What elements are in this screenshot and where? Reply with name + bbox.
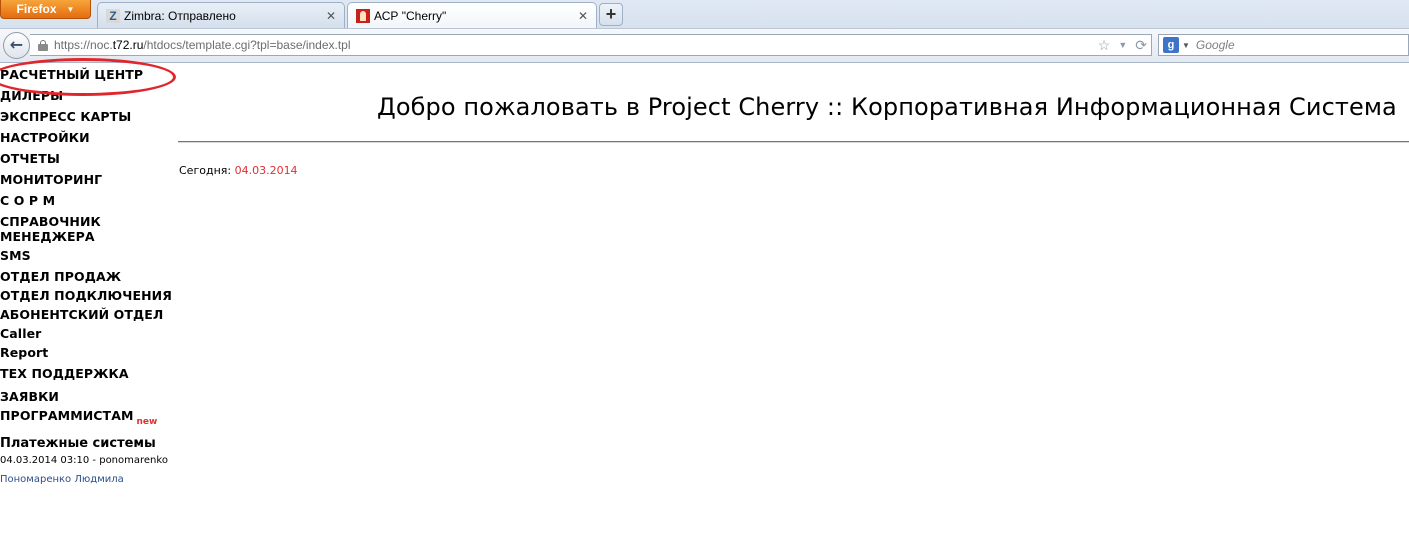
sidebar-item-sales[interactable]: ОТДЕЛ ПРОДАЖ: [0, 269, 178, 284]
today-date: 04.03.2014: [234, 164, 298, 177]
google-icon[interactable]: g: [1163, 37, 1179, 53]
title-divider: [178, 141, 1409, 143]
new-badge: new: [136, 417, 158, 427]
tab-cherry[interactable]: АСР "Cherry" ✕: [347, 2, 597, 29]
today-label: Сегодня:: [179, 164, 232, 177]
sidebar-item-reports[interactable]: ОТЧЕТЫ: [0, 151, 178, 166]
current-user-link[interactable]: Пономаренко Людмила: [0, 474, 124, 485]
sidebar-item-dev-requests[interactable]: ЗАЯВКИ ПРОГРАММИСТАМ: [0, 389, 134, 423]
sidebar-item-connections[interactable]: ОТДЕЛ ПОДКЛЮЧЕНИЯ: [0, 288, 178, 303]
sidebar-item-sorm[interactable]: С О Р М: [0, 193, 178, 208]
sidebar-item-tech-support[interactable]: ТЕХ ПОДДЕРЖКА: [0, 366, 178, 381]
lock-icon: [38, 39, 48, 51]
zimbra-icon: Z: [106, 8, 120, 23]
browser-chrome: Firefox ▼ Z Zimbra: Отправлено ✕ АСР "Ch…: [0, 0, 1409, 63]
search-bar[interactable]: g ▼ Google: [1158, 34, 1409, 56]
payment-systems-heading[interactable]: Платежные системы: [0, 436, 178, 452]
chevron-down-icon: ▼: [66, 4, 75, 14]
last-login-info: 04.03.2014 03:10 - ponomarenko: [0, 455, 168, 466]
sidebar-item-report[interactable]: Report: [0, 345, 178, 360]
reload-icon[interactable]: ⟳: [1135, 37, 1147, 54]
url-prefix: https://noc.: [54, 38, 113, 52]
sidebar-item-caller[interactable]: Caller: [0, 326, 178, 341]
sidebar-item-sms[interactable]: SMS: [0, 248, 178, 263]
firefox-menu-button[interactable]: Firefox ▼: [0, 0, 91, 19]
back-button[interactable]: ←: [3, 32, 30, 59]
sidebar-item-subscribers[interactable]: АБОНЕНТСКИЙ ОТДЕЛ: [0, 307, 178, 322]
search-placeholder: Google: [1195, 38, 1235, 52]
navigation-bar: ← https://noc. t72.ru/htdocs/template.cgi…: [0, 28, 1409, 62]
sidebar-item-dev-requests-row: ЗАЯВКИ ПРОГРАММИСТАМ new: [0, 386, 178, 427]
history-dropdown-icon[interactable]: ▼: [1118, 40, 1127, 50]
sidebar-item-express-cards[interactable]: ЭКСПРЕСС КАРТЫ: [0, 109, 178, 124]
tab-zimbra[interactable]: Z Zimbra: Отправлено ✕: [97, 2, 345, 28]
chevron-down-icon[interactable]: ▼: [1182, 41, 1190, 50]
close-icon[interactable]: ✕: [323, 9, 339, 23]
address-bar[interactable]: https://noc. t72.ru/htdocs/template.cgi?t…: [30, 34, 1152, 56]
tab-title: Zimbra: Отправлено: [124, 8, 236, 23]
bookmark-star-icon[interactable]: ☆: [1098, 37, 1111, 54]
sidebar-menu: РАСЧЕТНЫЙ ЦЕНТР ДИЛЕРЫ ЭКСПРЕСС КАРТЫ НА…: [0, 66, 178, 486]
new-tab-button[interactable]: +: [599, 3, 623, 26]
firefox-menu-label: Firefox: [16, 2, 57, 16]
tab-title: АСР "Cherry": [374, 9, 447, 23]
sidebar-item-monitoring[interactable]: МОНИТОРИНГ: [0, 172, 178, 187]
arrow-left-icon: ←: [9, 35, 24, 54]
url-path: /htdocs/template.cgi?tpl=base/index.tpl: [143, 38, 351, 52]
cherry-icon: [356, 9, 370, 23]
page-title: Добро пожаловать в Project Cherry :: Кор…: [377, 93, 1397, 121]
url-host: t72.ru: [112, 38, 144, 52]
sidebar-item-settings[interactable]: НАСТРОЙКИ: [0, 130, 178, 145]
close-icon[interactable]: ✕: [575, 9, 591, 23]
today-line: Сегодня: 04.03.2014: [179, 164, 298, 177]
sidebar-item-manager-directory[interactable]: СПРАВОЧНИК МЕНЕДЖЕРА: [0, 214, 120, 244]
